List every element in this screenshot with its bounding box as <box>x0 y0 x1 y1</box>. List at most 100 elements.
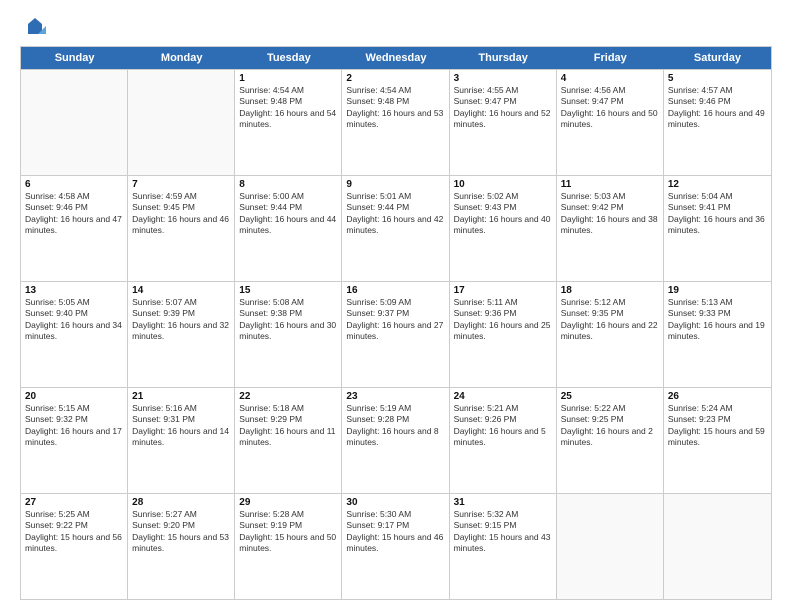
calendar-cell: 1Sunrise: 4:54 AMSunset: 9:48 PMDaylight… <box>235 70 342 175</box>
calendar-cell: 16Sunrise: 5:09 AMSunset: 9:37 PMDayligh… <box>342 282 449 387</box>
day-number: 28 <box>132 497 230 508</box>
calendar-cell: 30Sunrise: 5:30 AMSunset: 9:17 PMDayligh… <box>342 494 449 599</box>
day-number: 22 <box>239 391 337 402</box>
calendar-cell <box>664 494 771 599</box>
sun-info: Sunrise: 5:30 AMSunset: 9:17 PMDaylight:… <box>346 509 444 555</box>
day-number: 10 <box>454 179 552 190</box>
day-number: 30 <box>346 497 444 508</box>
calendar-cell: 11Sunrise: 5:03 AMSunset: 9:42 PMDayligh… <box>557 176 664 281</box>
calendar-cell <box>557 494 664 599</box>
sun-info: Sunrise: 4:58 AMSunset: 9:46 PMDaylight:… <box>25 191 123 237</box>
logo <box>20 16 46 38</box>
day-number: 16 <box>346 285 444 296</box>
calendar-cell: 5Sunrise: 4:57 AMSunset: 9:46 PMDaylight… <box>664 70 771 175</box>
calendar-row-5: 27Sunrise: 5:25 AMSunset: 9:22 PMDayligh… <box>21 493 771 599</box>
sun-info: Sunrise: 5:19 AMSunset: 9:28 PMDaylight:… <box>346 403 444 449</box>
calendar-cell: 8Sunrise: 5:00 AMSunset: 9:44 PMDaylight… <box>235 176 342 281</box>
day-number: 18 <box>561 285 659 296</box>
sun-info: Sunrise: 4:54 AMSunset: 9:48 PMDaylight:… <box>239 85 337 131</box>
sun-info: Sunrise: 5:05 AMSunset: 9:40 PMDaylight:… <box>25 297 123 343</box>
calendar-cell: 21Sunrise: 5:16 AMSunset: 9:31 PMDayligh… <box>128 388 235 493</box>
day-number: 4 <box>561 73 659 84</box>
calendar-cell: 17Sunrise: 5:11 AMSunset: 9:36 PMDayligh… <box>450 282 557 387</box>
day-number: 11 <box>561 179 659 190</box>
sun-info: Sunrise: 5:21 AMSunset: 9:26 PMDaylight:… <box>454 403 552 449</box>
sun-info: Sunrise: 4:59 AMSunset: 9:45 PMDaylight:… <box>132 191 230 237</box>
weekday-header-thursday: Thursday <box>450 47 557 69</box>
calendar-cell: 22Sunrise: 5:18 AMSunset: 9:29 PMDayligh… <box>235 388 342 493</box>
calendar-row-1: 1Sunrise: 4:54 AMSunset: 9:48 PMDaylight… <box>21 69 771 175</box>
calendar-cell: 12Sunrise: 5:04 AMSunset: 9:41 PMDayligh… <box>664 176 771 281</box>
calendar-header: SundayMondayTuesdayWednesdayThursdayFrid… <box>21 47 771 69</box>
sun-info: Sunrise: 4:54 AMSunset: 9:48 PMDaylight:… <box>346 85 444 131</box>
day-number: 6 <box>25 179 123 190</box>
sun-info: Sunrise: 5:16 AMSunset: 9:31 PMDaylight:… <box>132 403 230 449</box>
calendar-cell <box>21 70 128 175</box>
day-number: 9 <box>346 179 444 190</box>
calendar-cell: 19Sunrise: 5:13 AMSunset: 9:33 PMDayligh… <box>664 282 771 387</box>
calendar-cell: 10Sunrise: 5:02 AMSunset: 9:43 PMDayligh… <box>450 176 557 281</box>
sun-info: Sunrise: 5:22 AMSunset: 9:25 PMDaylight:… <box>561 403 659 449</box>
sun-info: Sunrise: 4:56 AMSunset: 9:47 PMDaylight:… <box>561 85 659 131</box>
calendar-cell: 9Sunrise: 5:01 AMSunset: 9:44 PMDaylight… <box>342 176 449 281</box>
day-number: 3 <box>454 73 552 84</box>
day-number: 19 <box>668 285 767 296</box>
sun-info: Sunrise: 5:00 AMSunset: 9:44 PMDaylight:… <box>239 191 337 237</box>
sun-info: Sunrise: 5:03 AMSunset: 9:42 PMDaylight:… <box>561 191 659 237</box>
day-number: 12 <box>668 179 767 190</box>
day-number: 31 <box>454 497 552 508</box>
day-number: 8 <box>239 179 337 190</box>
sun-info: Sunrise: 5:28 AMSunset: 9:19 PMDaylight:… <box>239 509 337 555</box>
calendar-cell: 26Sunrise: 5:24 AMSunset: 9:23 PMDayligh… <box>664 388 771 493</box>
sun-info: Sunrise: 5:13 AMSunset: 9:33 PMDaylight:… <box>668 297 767 343</box>
day-number: 24 <box>454 391 552 402</box>
sun-info: Sunrise: 5:02 AMSunset: 9:43 PMDaylight:… <box>454 191 552 237</box>
calendar-cell: 28Sunrise: 5:27 AMSunset: 9:20 PMDayligh… <box>128 494 235 599</box>
weekday-header-wednesday: Wednesday <box>342 47 449 69</box>
calendar-cell: 7Sunrise: 4:59 AMSunset: 9:45 PMDaylight… <box>128 176 235 281</box>
day-number: 21 <box>132 391 230 402</box>
weekday-header-monday: Monday <box>128 47 235 69</box>
sun-info: Sunrise: 5:01 AMSunset: 9:44 PMDaylight:… <box>346 191 444 237</box>
calendar-cell: 3Sunrise: 4:55 AMSunset: 9:47 PMDaylight… <box>450 70 557 175</box>
sun-info: Sunrise: 5:32 AMSunset: 9:15 PMDaylight:… <box>454 509 552 555</box>
calendar-cell: 23Sunrise: 5:19 AMSunset: 9:28 PMDayligh… <box>342 388 449 493</box>
day-number: 13 <box>25 285 123 296</box>
sun-info: Sunrise: 5:15 AMSunset: 9:32 PMDaylight:… <box>25 403 123 449</box>
calendar-cell: 15Sunrise: 5:08 AMSunset: 9:38 PMDayligh… <box>235 282 342 387</box>
calendar-cell: 13Sunrise: 5:05 AMSunset: 9:40 PMDayligh… <box>21 282 128 387</box>
calendar-cell: 24Sunrise: 5:21 AMSunset: 9:26 PMDayligh… <box>450 388 557 493</box>
sun-info: Sunrise: 5:12 AMSunset: 9:35 PMDaylight:… <box>561 297 659 343</box>
day-number: 7 <box>132 179 230 190</box>
sun-info: Sunrise: 4:55 AMSunset: 9:47 PMDaylight:… <box>454 85 552 131</box>
calendar-cell: 27Sunrise: 5:25 AMSunset: 9:22 PMDayligh… <box>21 494 128 599</box>
calendar-cell: 31Sunrise: 5:32 AMSunset: 9:15 PMDayligh… <box>450 494 557 599</box>
calendar-cell: 2Sunrise: 4:54 AMSunset: 9:48 PMDaylight… <box>342 70 449 175</box>
day-number: 14 <box>132 285 230 296</box>
sun-info: Sunrise: 5:07 AMSunset: 9:39 PMDaylight:… <box>132 297 230 343</box>
day-number: 20 <box>25 391 123 402</box>
calendar-cell: 29Sunrise: 5:28 AMSunset: 9:19 PMDayligh… <box>235 494 342 599</box>
day-number: 2 <box>346 73 444 84</box>
calendar-row-2: 6Sunrise: 4:58 AMSunset: 9:46 PMDaylight… <box>21 175 771 281</box>
sun-info: Sunrise: 5:09 AMSunset: 9:37 PMDaylight:… <box>346 297 444 343</box>
sun-info: Sunrise: 4:57 AMSunset: 9:46 PMDaylight:… <box>668 85 767 131</box>
sun-info: Sunrise: 5:27 AMSunset: 9:20 PMDaylight:… <box>132 509 230 555</box>
sun-info: Sunrise: 5:11 AMSunset: 9:36 PMDaylight:… <box>454 297 552 343</box>
calendar-row-4: 20Sunrise: 5:15 AMSunset: 9:32 PMDayligh… <box>21 387 771 493</box>
day-number: 5 <box>668 73 767 84</box>
day-number: 15 <box>239 285 337 296</box>
day-number: 29 <box>239 497 337 508</box>
weekday-header-friday: Friday <box>557 47 664 69</box>
day-number: 17 <box>454 285 552 296</box>
day-number: 27 <box>25 497 123 508</box>
weekday-header-tuesday: Tuesday <box>235 47 342 69</box>
sun-info: Sunrise: 5:25 AMSunset: 9:22 PMDaylight:… <box>25 509 123 555</box>
day-number: 1 <box>239 73 337 84</box>
calendar-cell <box>128 70 235 175</box>
sun-info: Sunrise: 5:18 AMSunset: 9:29 PMDaylight:… <box>239 403 337 449</box>
calendar-cell: 4Sunrise: 4:56 AMSunset: 9:47 PMDaylight… <box>557 70 664 175</box>
calendar: SundayMondayTuesdayWednesdayThursdayFrid… <box>20 46 772 600</box>
calendar-row-3: 13Sunrise: 5:05 AMSunset: 9:40 PMDayligh… <box>21 281 771 387</box>
logo-icon <box>24 16 46 38</box>
